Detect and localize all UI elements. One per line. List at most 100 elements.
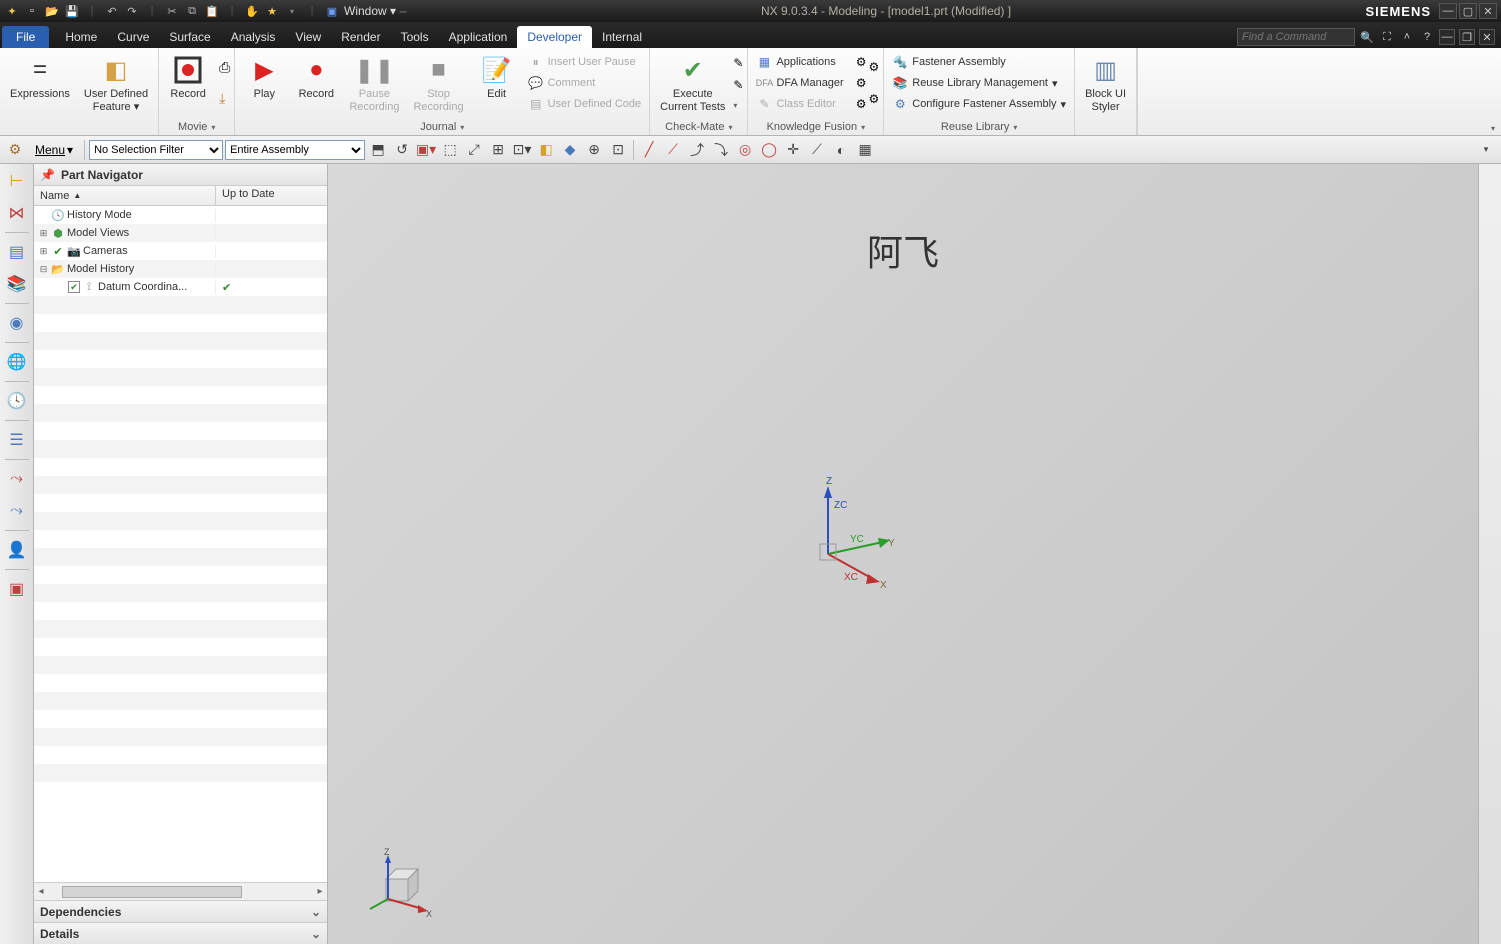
ribbon-overflow-icon[interactable]: ▾ — [1491, 124, 1495, 133]
fit-icon[interactable]: ⛶ — [1379, 29, 1395, 45]
tree-row-model-views[interactable]: ⊞⬢Model Views — [34, 224, 327, 242]
new-icon[interactable]: ▫ — [24, 3, 40, 19]
expand-icon[interactable]: ⊞ — [38, 228, 49, 239]
play-button[interactable]: ▶ Play — [239, 50, 289, 101]
star-icon[interactable]: ★ — [264, 3, 280, 19]
expand-icon[interactable]: ⊞ — [38, 246, 49, 257]
reuse-library-mgmt-button[interactable]: 📚Reuse Library Management ▾ — [888, 73, 1070, 93]
movie-settings-icon[interactable]: ⎙ — [219, 59, 230, 76]
checkmate-opt2-icon[interactable]: ✎ — [733, 78, 743, 92]
tab-curve[interactable]: Curve — [107, 26, 159, 48]
snap-quadrant-icon[interactable]: ◯ — [758, 139, 780, 161]
tb-icon-7[interactable]: ⊡▾ — [511, 139, 533, 161]
tb-icon-4[interactable]: ⬚ — [439, 139, 461, 161]
tab-analysis[interactable]: Analysis — [221, 26, 286, 48]
command-search-input[interactable] — [1237, 28, 1355, 46]
collapse-ribbon-icon[interactable]: ˄ — [1399, 29, 1415, 45]
tab-surface[interactable]: Surface — [159, 26, 220, 48]
dependencies-section[interactable]: Dependencies⌄ — [34, 900, 327, 922]
reuse-lib-icon[interactable]: 📚 — [4, 271, 30, 297]
touch-icon[interactable]: ✋ — [244, 3, 260, 19]
tb-icon-3[interactable]: ▣▾ — [415, 139, 437, 161]
history-icon[interactable]: 🕓 — [4, 388, 30, 414]
browser-icon[interactable]: 🌐 — [4, 349, 30, 375]
snap-existing-icon[interactable]: ✛ — [782, 139, 804, 161]
mdi-minimize-icon[interactable]: — — [1439, 29, 1455, 45]
close-button[interactable]: ✕ — [1479, 3, 1497, 19]
tree-row-cameras[interactable]: ⊞✔📷Cameras — [34, 242, 327, 260]
snap-curve-icon[interactable]: ⟋ — [806, 139, 828, 161]
checkbox-icon[interactable]: ✔ — [68, 281, 80, 293]
tb-icon-5[interactable]: ⤢ — [463, 139, 485, 161]
tb-icon-11[interactable]: ⊡ — [607, 139, 629, 161]
nav-column-headers[interactable]: Name ▲ Up to Date — [34, 186, 327, 206]
kf-opt2-icon[interactable]: ⚙ — [856, 76, 867, 90]
copy-icon[interactable]: ⧉ — [184, 3, 200, 19]
screenshot-icon[interactable]: ▣ — [4, 576, 30, 602]
tb-icon-9[interactable]: ◆ — [559, 139, 581, 161]
snap-center-icon[interactable]: ◎ — [734, 139, 756, 161]
datum-csys-triad[interactable]: Z ZC Y YC X XC — [788, 474, 908, 597]
expressions-button[interactable]: = Expressions — [4, 50, 76, 101]
movie-export-icon[interactable]: ⤓ — [219, 90, 230, 107]
tb-icon-1[interactable]: ⬒ — [367, 139, 389, 161]
tb-icon-10[interactable]: ⊕ — [583, 139, 605, 161]
paste-icon[interactable]: 📋 — [204, 3, 220, 19]
nav-tree[interactable]: 🕓History Mode ⊞⬢Model Views ⊞✔📷Cameras ⊟… — [34, 206, 327, 882]
assembly-nav-icon[interactable]: ⊢ — [4, 168, 30, 194]
kf-opt3-icon[interactable]: ⚙ — [856, 97, 867, 111]
search-icon[interactable]: 🔍 — [1359, 29, 1375, 45]
block-ui-styler-button[interactable]: ▥ Block UI Styler — [1079, 50, 1132, 113]
process-icon[interactable]: ☰ — [4, 427, 30, 453]
checkmate-opt1-icon[interactable]: ✎ — [733, 56, 743, 70]
tree-row-model-history[interactable]: ⊟📂Model History — [34, 260, 327, 278]
menu-button[interactable]: Menu ▾ — [28, 140, 80, 160]
kf-opt1-icon[interactable]: ⚙ — [856, 55, 867, 69]
pin-icon[interactable]: 📌 — [40, 168, 55, 182]
selection-scope-select[interactable]: Entire Assembly — [225, 140, 365, 160]
snap-grid-icon[interactable]: ▦ — [854, 139, 876, 161]
graphics-viewport[interactable]: 阿飞 Z ZC Y YC X XC — [328, 164, 1479, 944]
configure-fastener-button[interactable]: ⚙Configure Fastener Assembly ▾ — [888, 94, 1070, 114]
user-defined-feature-button[interactable]: ◧ User Defined Feature ▾ — [78, 50, 154, 113]
tab-application[interactable]: Application — [439, 26, 518, 48]
dependencies-icon[interactable]: ⤳ — [4, 466, 30, 492]
record-journal-button[interactable]: ● Record — [291, 50, 341, 101]
kf-opt4-icon[interactable]: ⚙ — [868, 60, 879, 74]
fastener-assembly-button[interactable]: 🔩Fastener Assembly — [888, 52, 1070, 72]
tree-row-history-mode[interactable]: 🕓History Mode — [34, 206, 327, 224]
dfa-manager-button[interactable]: DFADFA Manager — [752, 73, 847, 93]
details-section[interactable]: Details⌄ — [34, 922, 327, 944]
tree-row-datum-csys[interactable]: ✔⟟Datum Coordina...✔ — [34, 278, 327, 296]
tab-home[interactable]: Home — [55, 26, 107, 48]
snap-end-icon[interactable]: ╱ — [638, 139, 660, 161]
edit-journal-button[interactable]: 📝 Edit — [472, 50, 522, 101]
constraint-nav-icon[interactable]: ⋈ — [4, 200, 30, 226]
maximize-button[interactable]: ▢ — [1459, 3, 1477, 19]
window-menu[interactable]: Window ▾ ⎓ — [344, 4, 407, 18]
redo-icon[interactable]: ↷ — [124, 3, 140, 19]
save-icon[interactable]: 💾 — [64, 3, 80, 19]
snap-tangent-icon[interactable]: ◐ — [830, 139, 852, 161]
cut-icon[interactable]: ✂ — [164, 3, 180, 19]
nav-hscrollbar[interactable]: ◂ ▸ — [34, 882, 327, 900]
execute-tests-button[interactable]: ✔ Execute Current Tests — [654, 50, 731, 113]
tb-icon-2[interactable]: ↺ — [391, 139, 413, 161]
dd-icon[interactable]: ▾ — [284, 3, 300, 19]
tab-view[interactable]: View — [285, 26, 331, 48]
tab-render[interactable]: Render — [331, 26, 390, 48]
snap-mid-icon[interactable]: ⟋ — [662, 139, 684, 161]
collapse-icon[interactable]: ⊟ — [38, 264, 49, 275]
selection-filter-select[interactable]: No Selection Filter — [89, 140, 223, 160]
tab-tools[interactable]: Tools — [391, 26, 439, 48]
kf-opt5-icon[interactable]: ⚙ — [868, 92, 879, 106]
applications-button[interactable]: ▦Applications — [752, 52, 847, 72]
scroll-thumb[interactable] — [62, 886, 242, 898]
scroll-right-icon[interactable]: ▸ — [313, 886, 327, 897]
tab-internal[interactable]: Internal — [592, 26, 652, 48]
mdi-close-icon[interactable]: ✕ — [1479, 29, 1495, 45]
tb-icon-6[interactable]: ⊞ — [487, 139, 509, 161]
part-nav-icon[interactable]: ▤ — [4, 239, 30, 265]
tb-icon-8[interactable]: ◧ — [535, 139, 557, 161]
tab-developer[interactable]: Developer — [517, 26, 592, 48]
